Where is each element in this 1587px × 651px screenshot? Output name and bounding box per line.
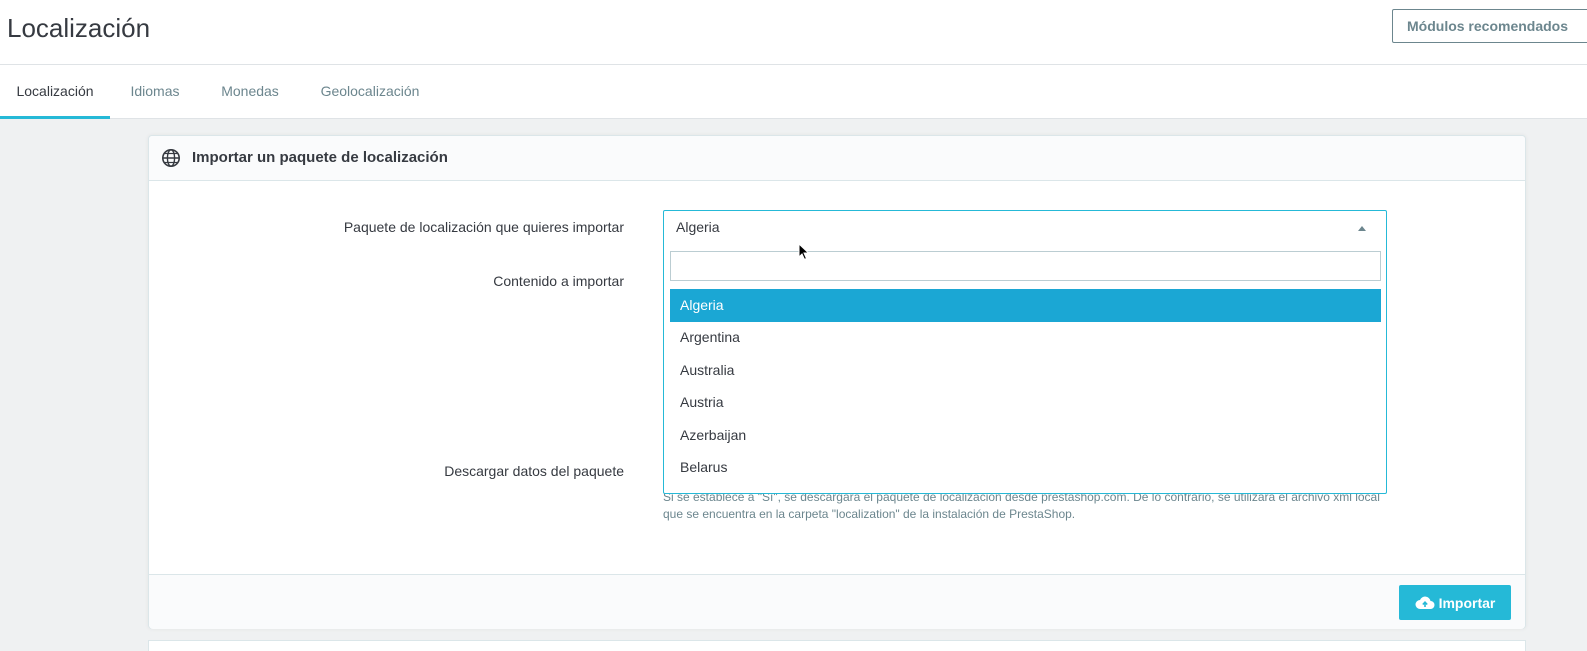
select-search-input[interactable] xyxy=(670,251,1381,281)
next-card-edge xyxy=(148,640,1526,651)
card-title: Importar un paquete de localización xyxy=(192,149,448,166)
select-current-value[interactable]: Algeria xyxy=(676,219,720,235)
tab-geolocalizacion[interactable]: Geolocalización xyxy=(310,65,430,119)
page-title: Localización xyxy=(7,13,151,43)
option-australia[interactable]: Australia xyxy=(670,354,1381,387)
recommended-modules-button[interactable]: Módulos recomendados xyxy=(1392,9,1587,43)
tab-bar: Localización Idiomas Monedas Geolocaliza… xyxy=(0,65,1587,119)
import-button-label: Importar xyxy=(1438,594,1496,611)
mouse-pointer-icon xyxy=(798,243,810,261)
package-label: Paquete de localización que quieres impo… xyxy=(343,219,624,235)
card-header: Importar un paquete de localización xyxy=(149,136,1525,181)
content-label: Contenido a importar xyxy=(493,273,624,289)
tab-idiomas[interactable]: Idiomas xyxy=(120,65,190,119)
localization-package-select[interactable]: Algeria Algeria Argentina Australia Aust… xyxy=(663,210,1387,494)
cloud-upload-icon xyxy=(1415,596,1435,609)
import-button[interactable]: Importar xyxy=(1399,585,1511,620)
download-help-text: Si se establece a "Sí", se descargará el… xyxy=(663,490,1380,521)
download-label: Descargar datos del paquete xyxy=(444,463,624,479)
card-footer: Importar xyxy=(149,574,1525,629)
option-belarus[interactable]: Belarus xyxy=(670,451,1381,484)
tab-localizacion[interactable]: Localización xyxy=(0,65,110,119)
option-algeria[interactable]: Algeria xyxy=(670,289,1381,322)
option-austria[interactable]: Austria xyxy=(670,386,1381,419)
option-argentina[interactable]: Argentina xyxy=(670,321,1381,354)
page-header: Localización Módulos recomendados xyxy=(0,0,1587,65)
caret-up-icon[interactable] xyxy=(1358,226,1366,231)
globe-icon xyxy=(162,149,180,167)
tab-monedas[interactable]: Monedas xyxy=(210,65,290,119)
option-azerbaijan[interactable]: Azerbaijan xyxy=(670,419,1381,452)
